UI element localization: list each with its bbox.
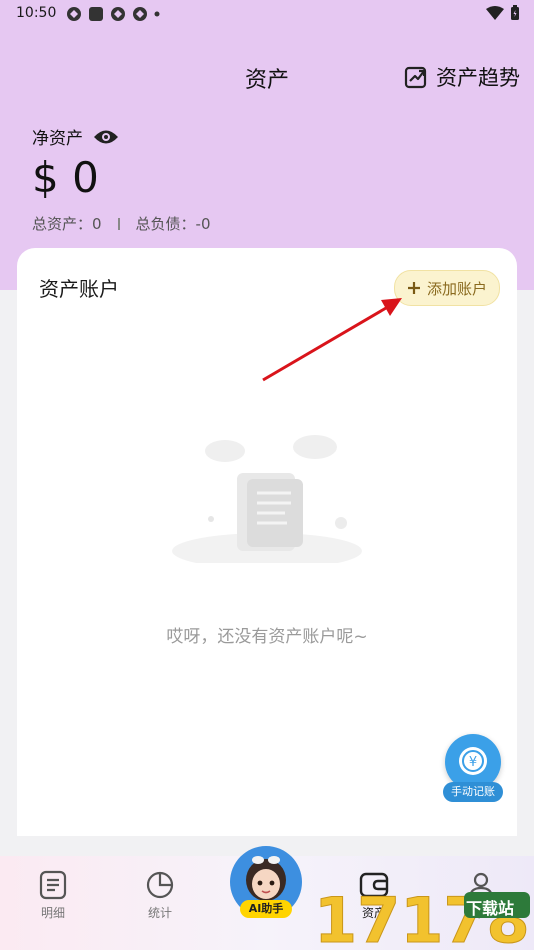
empty-document-illustration [172, 435, 362, 563]
net-assets-value: $ 0 [32, 153, 99, 202]
list-document-icon [39, 870, 67, 900]
status-notification-icons [66, 6, 160, 22]
asset-accounts-title: 资产账户 [39, 277, 119, 301]
more-notifications-dot-icon [154, 11, 160, 17]
status-right-icons [486, 5, 520, 21]
app-notification-icon [133, 7, 147, 21]
trend-chart-icon [404, 66, 427, 89]
app-notification-icon [67, 7, 81, 21]
asset-accounts-card: 资产账户 添加账户 哎呀，还没有资产账户呢~ [17, 248, 517, 836]
totals-row: 总资产：0 总负债：-0 [32, 213, 211, 234]
ai-assistant-button[interactable]: AI助手 [228, 840, 306, 924]
total-assets: 总资产：0 [32, 215, 102, 233]
app-notification-icon [111, 7, 125, 21]
tab-details-label: 明细 [40, 906, 65, 920]
ai-assistant-label: AI助手 [240, 900, 292, 918]
app-square-icon [89, 7, 103, 21]
totals-divider [117, 217, 120, 230]
asset-trend-button[interactable]: 资产趋势 [404, 62, 520, 92]
tab-details[interactable]: 明细 [23, 870, 83, 921]
tab-statistics[interactable]: 统计 [130, 870, 190, 921]
add-account-button[interactable]: 添加账户 [393, 270, 500, 306]
yen-symbol: ¥ [469, 755, 477, 770]
watermark-text: 下载站 [466, 899, 515, 918]
wifi-icon [486, 6, 504, 20]
manual-entry-label: 手动记账 [443, 782, 503, 802]
battery-icon [511, 5, 519, 20]
net-assets-row: 净资产 [32, 124, 119, 149]
empty-state-text: 哎呀，还没有资产账户呢~ [166, 627, 368, 647]
plus-icon [407, 282, 420, 294]
asset-trend-label: 资产趋势 [436, 66, 520, 90]
tab-statistics-label: 统计 [147, 906, 172, 920]
net-assets-label: 净资产 [32, 129, 83, 149]
total-liabilities: 总负债：-0 [135, 215, 211, 233]
add-account-label: 添加账户 [426, 279, 487, 298]
pie-chart-icon [146, 871, 174, 899]
eye-icon[interactable] [93, 128, 119, 146]
status-time: 10:50 [16, 5, 57, 21]
status-bar: 10:50 [0, 0, 534, 30]
manual-entry-button[interactable]: ¥ 手动记账 [443, 734, 503, 804]
